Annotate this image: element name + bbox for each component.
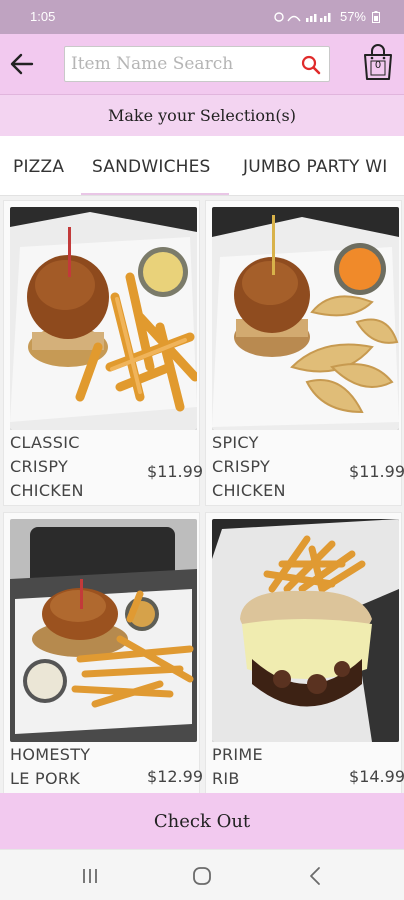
product-card-homestyle-pork[interactable]: HOMESTY LE PORK $12.99	[3, 512, 203, 793]
tab-jumbo-party-wings[interactable]: JUMBO PARTY WI	[243, 136, 387, 195]
checkout-button[interactable]: Check Out	[0, 793, 404, 849]
product-photo	[212, 519, 399, 742]
home-icon[interactable]	[190, 864, 214, 888]
product-grid: CLASSIC CRISPY CHICKEN $11.99 SPICY CRIS…	[0, 196, 404, 793]
signal-icon	[274, 11, 331, 22]
tab-pizza[interactable]: PIZZA	[13, 136, 64, 195]
product-card-spicy-crispy-chicken[interactable]: SPICY CRISPY CHICKEN $11.99	[205, 200, 404, 506]
selection-title: Make your Selection(s)	[107, 106, 297, 125]
cart-count: 0	[374, 60, 382, 71]
product-photo	[212, 207, 399, 430]
product-name: SPICY CRISPY CHICKEN	[212, 433, 286, 500]
product-price: $11.99	[147, 462, 203, 481]
product-card-classic-crispy-chicken[interactable]: CLASSIC CRISPY CHICKEN $11.99	[3, 200, 203, 506]
back-nav-icon[interactable]	[304, 864, 328, 888]
system-nav-bar	[0, 849, 404, 900]
search-icon[interactable]	[301, 55, 321, 75]
category-tabs: PIZZA SANDWICHES JUMBO PARTY WI	[0, 136, 404, 196]
cart-button[interactable]: 0	[362, 43, 394, 81]
status-time: 1:05	[30, 9, 56, 24]
status-bar: 1:05 57%	[0, 0, 404, 34]
product-price: $11.99	[349, 462, 404, 481]
search-input[interactable]	[71, 52, 291, 76]
search-box[interactable]	[64, 46, 330, 82]
app-header: 0	[0, 34, 404, 94]
product-name: CLASSIC CRISPY CHICKEN	[10, 433, 84, 500]
battery-icon	[372, 10, 380, 23]
product-name: PRIME RIB	[212, 745, 263, 788]
battery-percent: 57%	[339, 9, 366, 24]
status-icons: 57%	[274, 9, 380, 24]
product-price: $14.99	[349, 767, 404, 786]
product-name: HOMESTY LE PORK	[10, 745, 91, 788]
product-photo	[10, 519, 197, 742]
product-price: $12.99	[147, 767, 203, 786]
back-arrow-icon[interactable]	[8, 50, 36, 78]
product-card-prime-rib[interactable]: PRIME RIB $14.99	[205, 512, 404, 793]
tab-sandwiches[interactable]: SANDWICHES	[81, 136, 229, 195]
selection-header: Make your Selection(s)	[0, 94, 404, 136]
checkout-label: Check Out	[153, 810, 251, 832]
product-photo	[10, 207, 197, 430]
recent-apps-icon[interactable]	[78, 864, 102, 888]
